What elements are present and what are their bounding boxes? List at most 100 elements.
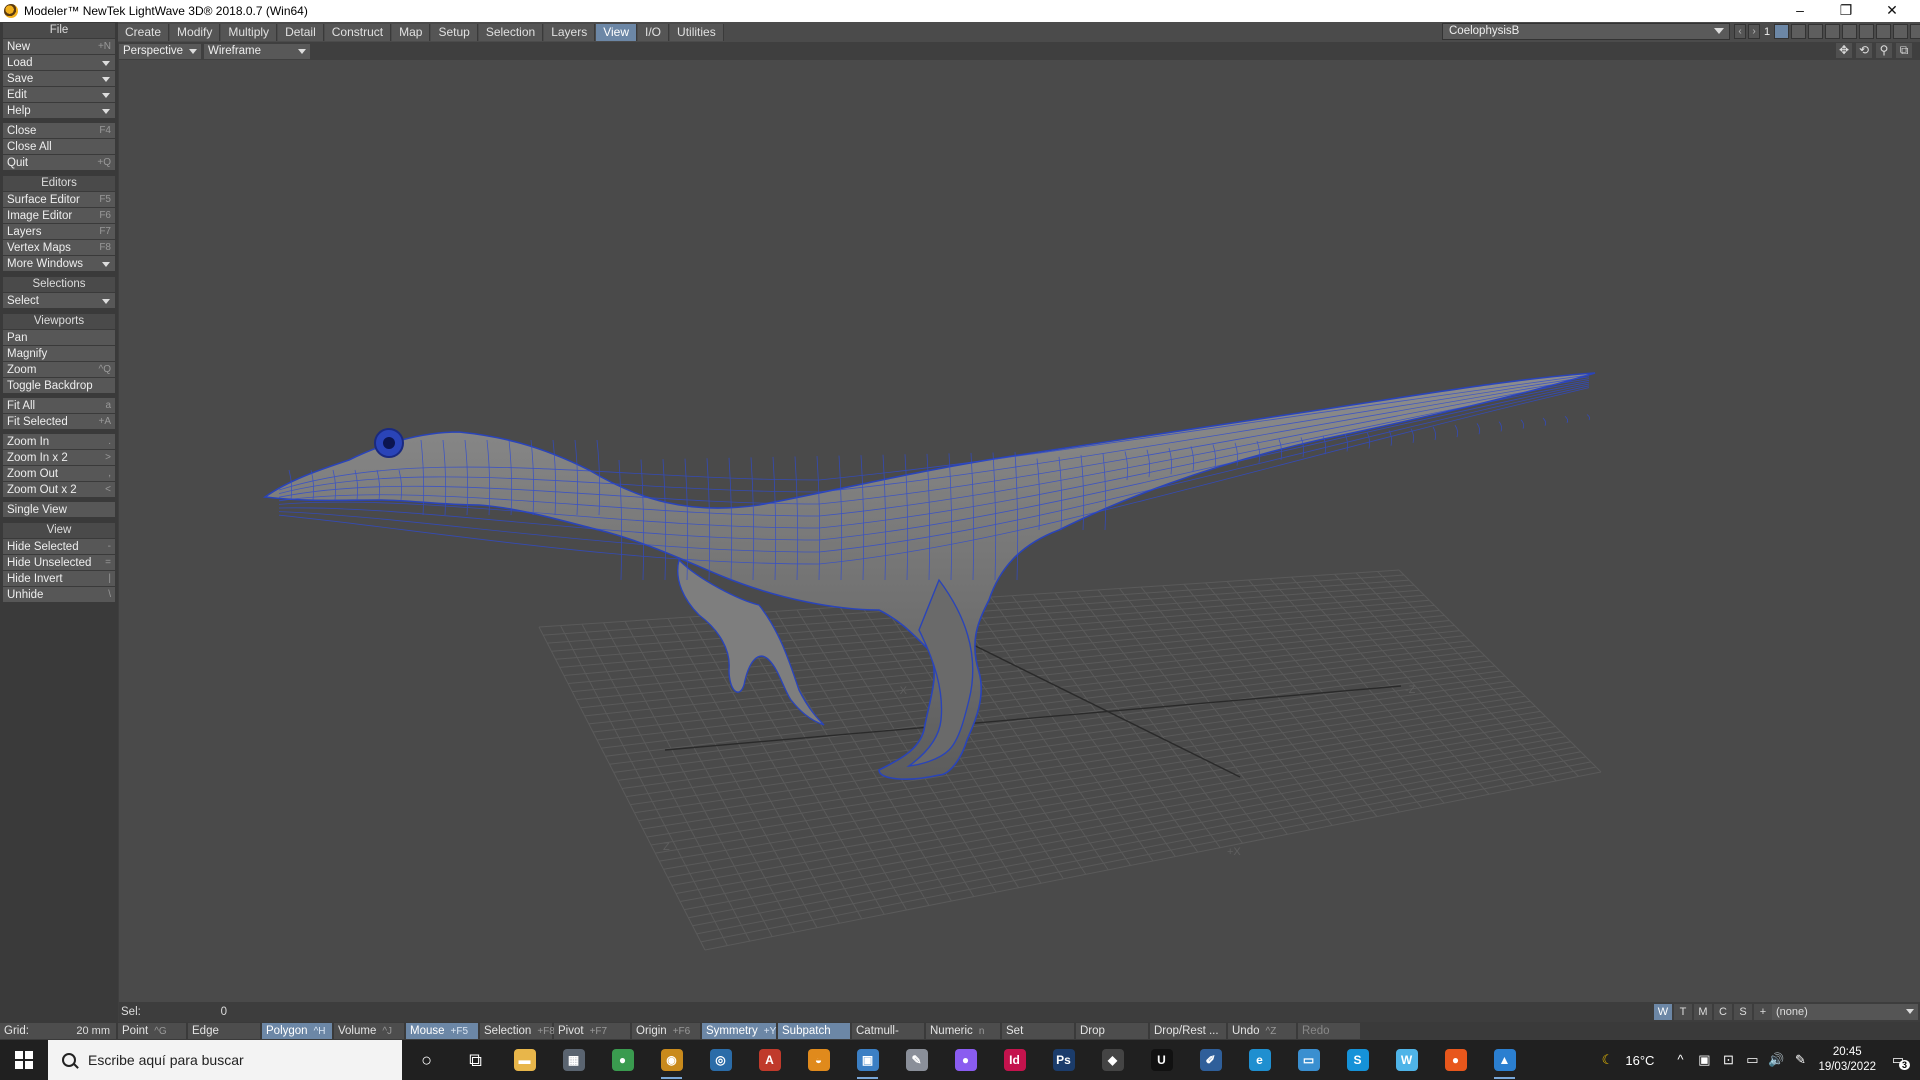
chrome-taskbar-button[interactable]: ● (598, 1040, 647, 1080)
tool-new-button[interactable]: New +N (3, 39, 115, 55)
status-mouse-button[interactable]: Mouse +F5 (406, 1023, 478, 1039)
shading-dropdown[interactable]: Wireframe Shade (204, 43, 310, 72)
weather-icon[interactable]: ☾ (1595, 1052, 1619, 1068)
perspective-viewport[interactable]: -X -Z Z +X (119, 60, 1920, 1002)
tab-detail[interactable]: Detail (278, 23, 324, 41)
move-view-icon[interactable]: ✥ (1836, 43, 1852, 58)
tool-toggle-backdrop-button[interactable]: Toggle Backdrop (3, 378, 115, 394)
status-undo-button[interactable]: Undo ^Z (1228, 1023, 1296, 1039)
tool-select-button[interactable]: Select (3, 293, 115, 309)
status-pivot-button[interactable]: Pivot +F7 (554, 1023, 630, 1039)
tool-edit-button[interactable]: Edit (3, 87, 115, 103)
tool-close-button[interactable]: Close F4 (3, 123, 115, 139)
file-explorer-taskbar-button[interactable]: ▬ (500, 1040, 549, 1080)
photoshop-taskbar-button[interactable]: Ps (1039, 1040, 1088, 1080)
unreal-taskbar-button[interactable]: U (1137, 1040, 1186, 1080)
tool-image-editor-button[interactable]: Image Editor F6 (3, 208, 115, 224)
firefox-nightly-taskbar-button[interactable]: ● (941, 1040, 990, 1080)
tool-vertex-maps-button[interactable]: Vertex Maps F8 (3, 240, 115, 256)
network-icon[interactable]: ▭ (1740, 1052, 1764, 1068)
tool-zoom-in-button[interactable]: Zoom In. (3, 434, 115, 450)
tab-construct[interactable]: Construct (324, 23, 392, 41)
tool-help-button[interactable]: Help (3, 103, 115, 119)
tab-map[interactable]: Map (392, 23, 431, 41)
tool-pan-button[interactable]: Pan (3, 330, 115, 346)
status-numeric-button[interactable]: Numeric n (926, 1023, 1000, 1039)
vmap-type-plus-button[interactable]: + (1754, 1004, 1772, 1020)
tab-layers[interactable]: Layers (544, 23, 596, 41)
tool-hide-invert-button[interactable]: Hide Invert | (3, 571, 115, 587)
meet-now-icon[interactable]: ▣ (1692, 1052, 1716, 1068)
pen-app-taskbar-button[interactable]: ✐ (1186, 1040, 1235, 1080)
layer-slot[interactable] (1910, 24, 1920, 39)
temperature[interactable]: 16°C (1625, 1053, 1654, 1068)
tool-fit-all-button[interactable]: Fit All a (3, 398, 115, 414)
tool-zoom-out-x-2-button[interactable]: Zoom Out x 2 < (3, 482, 115, 498)
close-button[interactable]: ✕ (1869, 0, 1915, 22)
status-selection-button[interactable]: Selection +F8 (480, 1023, 555, 1039)
tab-selection[interactable]: Selection (478, 23, 544, 41)
tab-multiply[interactable]: Multiply (221, 23, 278, 41)
tab-create[interactable]: Create (118, 23, 170, 41)
layer-slot[interactable] (1842, 24, 1858, 39)
firefox-taskbar-button[interactable]: ● (1431, 1040, 1480, 1080)
tool-quit-button[interactable]: Quit +Q (3, 155, 115, 171)
clock[interactable]: 20:45 19/03/2022 (1818, 1045, 1876, 1075)
status-set-surfac-button[interactable]: Set Surfac...q (1002, 1023, 1074, 1053)
tool-hide-selected-button[interactable]: Hide Selected - (3, 539, 115, 555)
minimize-button[interactable]: – (1777, 0, 1823, 22)
display-taskbar-button[interactable]: ▭ (1284, 1040, 1333, 1080)
tab-i-o[interactable]: I/O (638, 23, 670, 41)
steam-taskbar-button[interactable]: ◎ (696, 1040, 745, 1080)
tool-zoom-button[interactable]: Zoom ^Q (3, 362, 115, 378)
tool-hide-unselected-button[interactable]: Hide Unselected = (3, 555, 115, 571)
vmap-type-w-button[interactable]: W (1654, 1004, 1672, 1020)
lightwave-taskbar-button[interactable]: ◉ (647, 1040, 696, 1080)
tab-utilities[interactable]: Utilities (670, 23, 724, 41)
status-polygon-button[interactable]: Polygon ^H (262, 1023, 332, 1039)
tool-magnify-button[interactable]: Magnify (3, 346, 115, 362)
tool-fit-selected-button[interactable]: Fit Selected +A (3, 414, 115, 430)
prev-layer-button[interactable]: ‹ (1734, 24, 1746, 39)
tool-more-windows-button[interactable]: More Windows (3, 256, 115, 272)
device-icon[interactable]: ⊡ (1716, 1052, 1740, 1068)
notepad-taskbar-button[interactable]: ✎ (892, 1040, 941, 1080)
cortana-taskbar-button[interactable]: ○ (402, 1040, 451, 1080)
status-redo-button[interactable]: Redo (1298, 1023, 1360, 1039)
status-symmetry-button[interactable]: Symmetry +Y (702, 1023, 776, 1039)
notification-icon[interactable]: ▭ 3 (1886, 1052, 1910, 1070)
vmap-type-c-button[interactable]: C (1714, 1004, 1732, 1020)
layer-slot[interactable] (1791, 24, 1807, 39)
layer-slot[interactable] (1876, 24, 1892, 39)
volume-icon[interactable]: 🔊 (1764, 1052, 1788, 1068)
rotate-view-icon[interactable]: ⟲ (1856, 43, 1872, 58)
tool-single-view-button[interactable]: Single View (3, 502, 115, 518)
image-viewer-taskbar-button[interactable]: ▲ (1480, 1040, 1529, 1080)
stylus-taskbar-button[interactable]: ◆ (1088, 1040, 1137, 1080)
status-drop-rest-button[interactable]: Drop/Rest ... (1150, 1023, 1226, 1039)
maximize-view-icon[interactable]: ⧉ (1896, 43, 1912, 58)
tab-setup[interactable]: Setup (431, 23, 478, 41)
vmap-type-s-button[interactable]: S (1734, 1004, 1752, 1020)
status-drop-tool-button[interactable]: Drop Toolret (1076, 1023, 1148, 1053)
layer-slot[interactable] (1808, 24, 1824, 39)
tool-zoom-in-x-2-button[interactable]: Zoom In x 2 > (3, 450, 115, 466)
status-catmull-clark-button[interactable]: Catmull-Clark (852, 1023, 924, 1053)
acrobat-taskbar-button[interactable]: A (745, 1040, 794, 1080)
vmap-type-m-button[interactable]: M (1694, 1004, 1712, 1020)
tool-load-button[interactable]: Load (3, 55, 115, 71)
tool-close-all-button[interactable]: Close All (3, 139, 115, 155)
skype-taskbar-button[interactable]: S (1333, 1040, 1382, 1080)
tab-view[interactable]: View (596, 23, 638, 41)
projection-dropdown[interactable]: Perspective (119, 43, 201, 59)
status-origin-button[interactable]: Origin +F6 (632, 1023, 700, 1039)
status-subpatch-button[interactable]: Subpatch (778, 1023, 850, 1039)
next-layer-button[interactable]: › (1748, 24, 1760, 39)
pen-icon[interactable]: ✎ (1788, 1052, 1812, 1068)
tool-surface-editor-button[interactable]: Surface Editor F5 (3, 192, 115, 208)
status-volume-button[interactable]: Volume ^J (334, 1023, 404, 1039)
edge-taskbar-button[interactable]: e (1235, 1040, 1284, 1080)
tool-unhide-button[interactable]: Unhide \ (3, 587, 115, 603)
status-edge-button[interactable]: Edge (188, 1023, 260, 1039)
layer-slot[interactable] (1774, 24, 1790, 39)
